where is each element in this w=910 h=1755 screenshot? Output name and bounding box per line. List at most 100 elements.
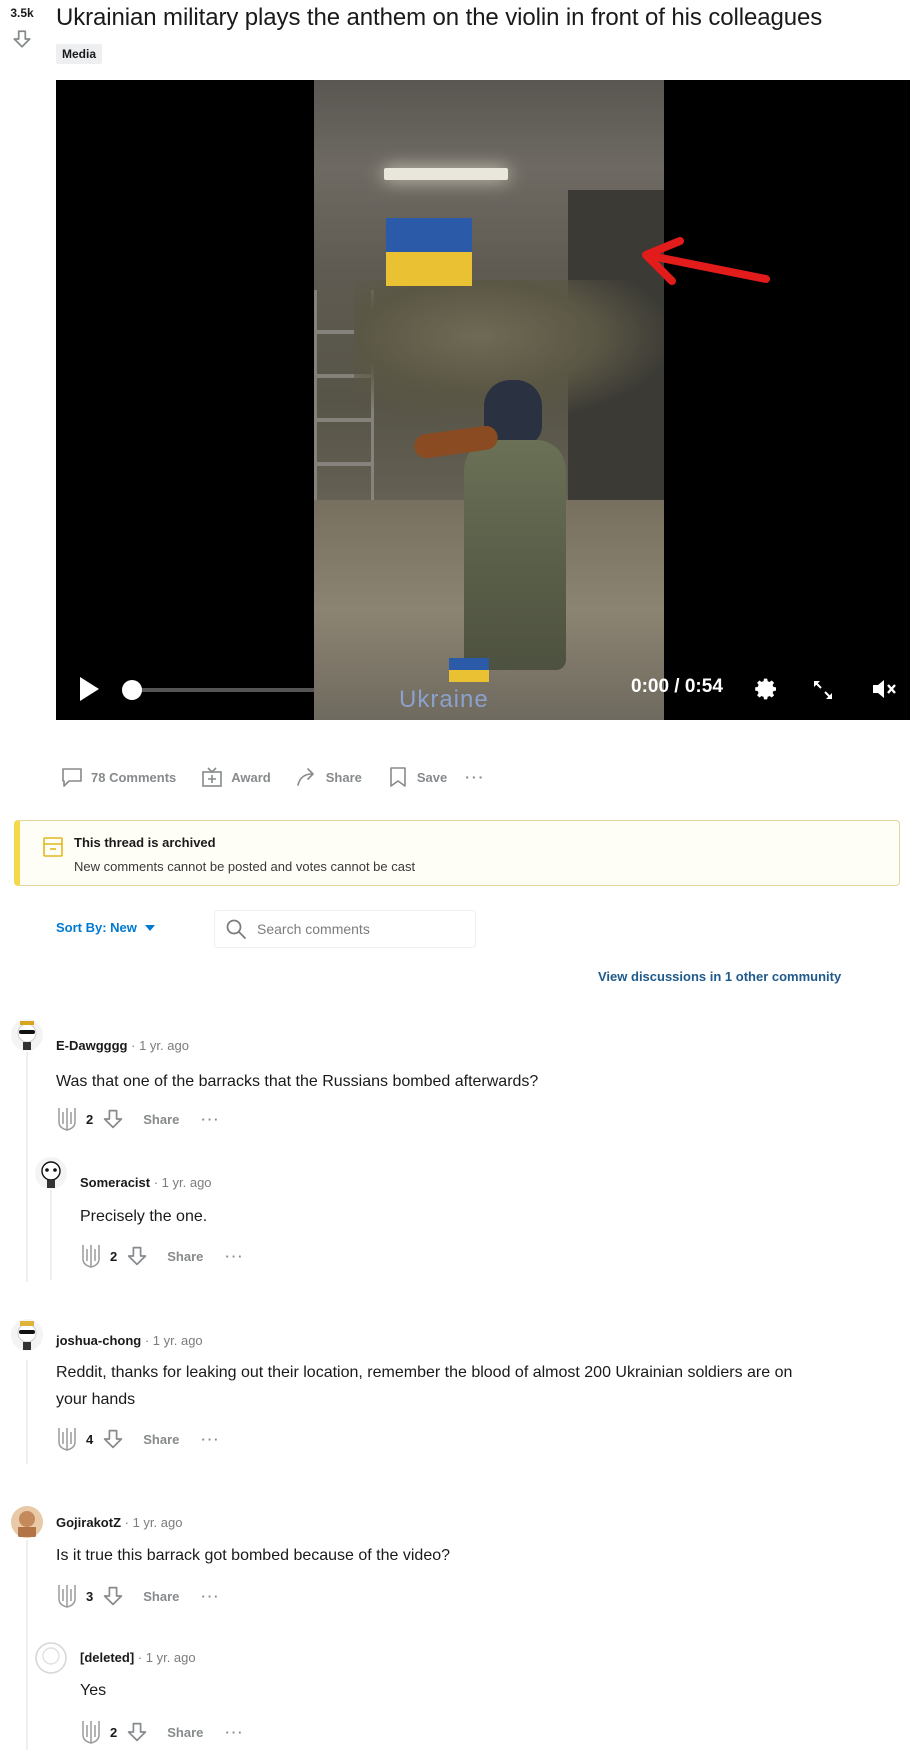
upvote-trident-icon[interactable] — [56, 1426, 78, 1452]
comment-score: 2 — [110, 1248, 118, 1264]
downvote-arrow-icon[interactable] — [11, 28, 33, 50]
comment-score: 3 — [86, 1588, 94, 1604]
share-label: Share — [325, 769, 362, 785]
comment-actions: 2 Share ··· — [80, 1243, 244, 1269]
avatar[interactable] — [10, 1318, 44, 1352]
comment-body: Precisely the one. — [80, 1208, 208, 1225]
avatar[interactable] — [10, 1505, 44, 1539]
settings-gear-icon[interactable] — [755, 677, 779, 701]
comment-author[interactable]: Someracist — [80, 1175, 150, 1190]
comment-timestamp[interactable]: · 1 yr. ago — [125, 1515, 183, 1530]
comment-more-button[interactable]: ··· — [225, 1725, 244, 1740]
comment-author[interactable]: E-Dawgggg — [56, 1038, 128, 1053]
video-timecode: 0:00 / 0:54 — [631, 676, 723, 697]
comment-bubble-icon — [62, 768, 82, 787]
comment-body: Yes — [80, 1682, 107, 1699]
post-score: 3.5k — [10, 6, 34, 20]
comment-meta: joshua-chong · 1 yr. ago — [56, 1333, 203, 1348]
comment-share-button[interactable]: Share — [143, 1112, 179, 1127]
comment-body: Was that one of the barracks that the Ru… — [56, 1073, 539, 1090]
avatar[interactable] — [10, 1018, 44, 1052]
comment-timestamp[interactable]: · 1 yr. ago — [138, 1650, 196, 1665]
comment-meta: GojirakotZ · 1 yr. ago — [56, 1515, 182, 1530]
comment-actions: 4 Share ··· — [56, 1426, 220, 1452]
downvote-arrow-icon[interactable] — [125, 1720, 149, 1744]
more-options-button[interactable]: ··· — [465, 769, 485, 785]
comment-actions: 2 Share ··· — [80, 1719, 244, 1745]
comment-body: Is it true this barrack got bombed becau… — [56, 1547, 451, 1564]
comment-meta: [deleted] · 1 yr. ago — [80, 1650, 196, 1665]
comment-author: [deleted] — [80, 1650, 135, 1665]
comment-share-button[interactable]: Share — [167, 1725, 203, 1740]
comment-more-button[interactable]: ··· — [201, 1112, 220, 1127]
sort-label: Sort By: New — [56, 920, 137, 935]
comment-meta: E-Dawgggg · 1 yr. ago — [56, 1038, 189, 1053]
thread-line[interactable] — [26, 1540, 28, 1750]
play-icon[interactable] — [78, 676, 100, 702]
comment-more-button[interactable]: ··· — [201, 1432, 220, 1447]
comment-share-button[interactable]: Share — [143, 1432, 179, 1447]
progress-track[interactable] — [128, 688, 314, 692]
save-button[interactable]: Save — [386, 765, 447, 789]
video-frame: Ukraine — [314, 80, 664, 720]
comment-more-button[interactable]: ··· — [201, 1589, 220, 1604]
comment-more-button[interactable]: ··· — [225, 1249, 244, 1264]
archive-box-icon — [43, 837, 63, 857]
downvote-arrow-icon[interactable] — [125, 1244, 149, 1268]
comment-body: Reddit, thanks for leaking out their loc… — [56, 1364, 793, 1408]
vote-column: 3.5k — [0, 6, 44, 50]
post-action-bar: 78 Comments Award Share Save ··· — [60, 765, 485, 789]
award-gift-icon — [202, 767, 223, 787]
comment-search-box[interactable] — [214, 910, 476, 948]
post-flair[interactable]: Media — [56, 44, 103, 64]
comments-button[interactable]: 78 Comments — [60, 765, 176, 789]
comment-author[interactable]: joshua-chong — [56, 1333, 141, 1348]
progress-handle[interactable] — [122, 680, 142, 700]
award-label: Award — [231, 769, 271, 785]
comment-author[interactable]: GojirakotZ — [56, 1515, 121, 1530]
save-label: Save — [416, 769, 448, 785]
avatar[interactable] — [34, 1156, 68, 1190]
downvote-arrow-icon[interactable] — [101, 1427, 125, 1451]
view-discussions-link[interactable]: View discussions in 1 other community — [598, 969, 841, 984]
upvote-trident-icon[interactable] — [56, 1106, 78, 1132]
share-button[interactable]: Share — [295, 765, 362, 789]
red-arrow-annotation-icon — [642, 237, 770, 285]
downvote-arrow-icon[interactable] — [101, 1584, 125, 1608]
upvote-trident-icon[interactable] — [80, 1243, 102, 1269]
chevron-down-icon — [144, 924, 155, 931]
comment-share-button[interactable]: Share — [143, 1589, 179, 1604]
downvote-arrow-icon[interactable] — [101, 1107, 125, 1131]
muted-speaker-icon[interactable] — [871, 677, 897, 701]
comment-timestamp[interactable]: · 1 yr. ago — [154, 1175, 212, 1190]
archived-banner: This thread is archived New comments can… — [14, 820, 900, 886]
deleted-user-avatar — [35, 1642, 67, 1674]
search-input[interactable] — [257, 921, 457, 937]
comment-meta: Someracist · 1 yr. ago — [80, 1175, 212, 1190]
upvote-trident-icon[interactable] — [80, 1719, 102, 1745]
comment-share-button[interactable]: Share — [167, 1249, 203, 1264]
comment-score: 2 — [86, 1111, 94, 1127]
comment-actions: 2 Share ··· — [56, 1106, 220, 1132]
thread-line[interactable] — [26, 1052, 28, 1282]
comment-score: 4 — [86, 1431, 94, 1447]
archived-title: This thread is archived — [74, 835, 216, 850]
comments-count-label: 78 Comments — [91, 769, 177, 785]
post-title[interactable]: Ukrainian military plays the anthem on t… — [56, 4, 822, 32]
video-player[interactable]: Ukraine 0:00 / 0:54 — [56, 80, 910, 720]
comment-score: 2 — [110, 1724, 118, 1740]
bookmark-icon — [390, 767, 406, 787]
upvote-trident-icon[interactable] — [56, 1583, 78, 1609]
ukrainian-flag — [386, 218, 472, 286]
comment-timestamp[interactable]: · 1 yr. ago — [131, 1038, 189, 1053]
violinist-soldier — [464, 440, 566, 670]
fullscreen-expand-icon[interactable] — [812, 679, 834, 701]
watermark-flag-icon — [449, 658, 489, 682]
ceiling-light — [384, 168, 508, 180]
thread-line[interactable] — [26, 1360, 28, 1464]
award-button[interactable]: Award — [200, 765, 271, 789]
thread-line[interactable] — [50, 1190, 52, 1280]
comment-timestamp[interactable]: · 1 yr. ago — [145, 1333, 203, 1348]
sort-dropdown[interactable]: Sort By: New — [56, 920, 155, 935]
video-watermark: Ukraine — [399, 686, 489, 713]
